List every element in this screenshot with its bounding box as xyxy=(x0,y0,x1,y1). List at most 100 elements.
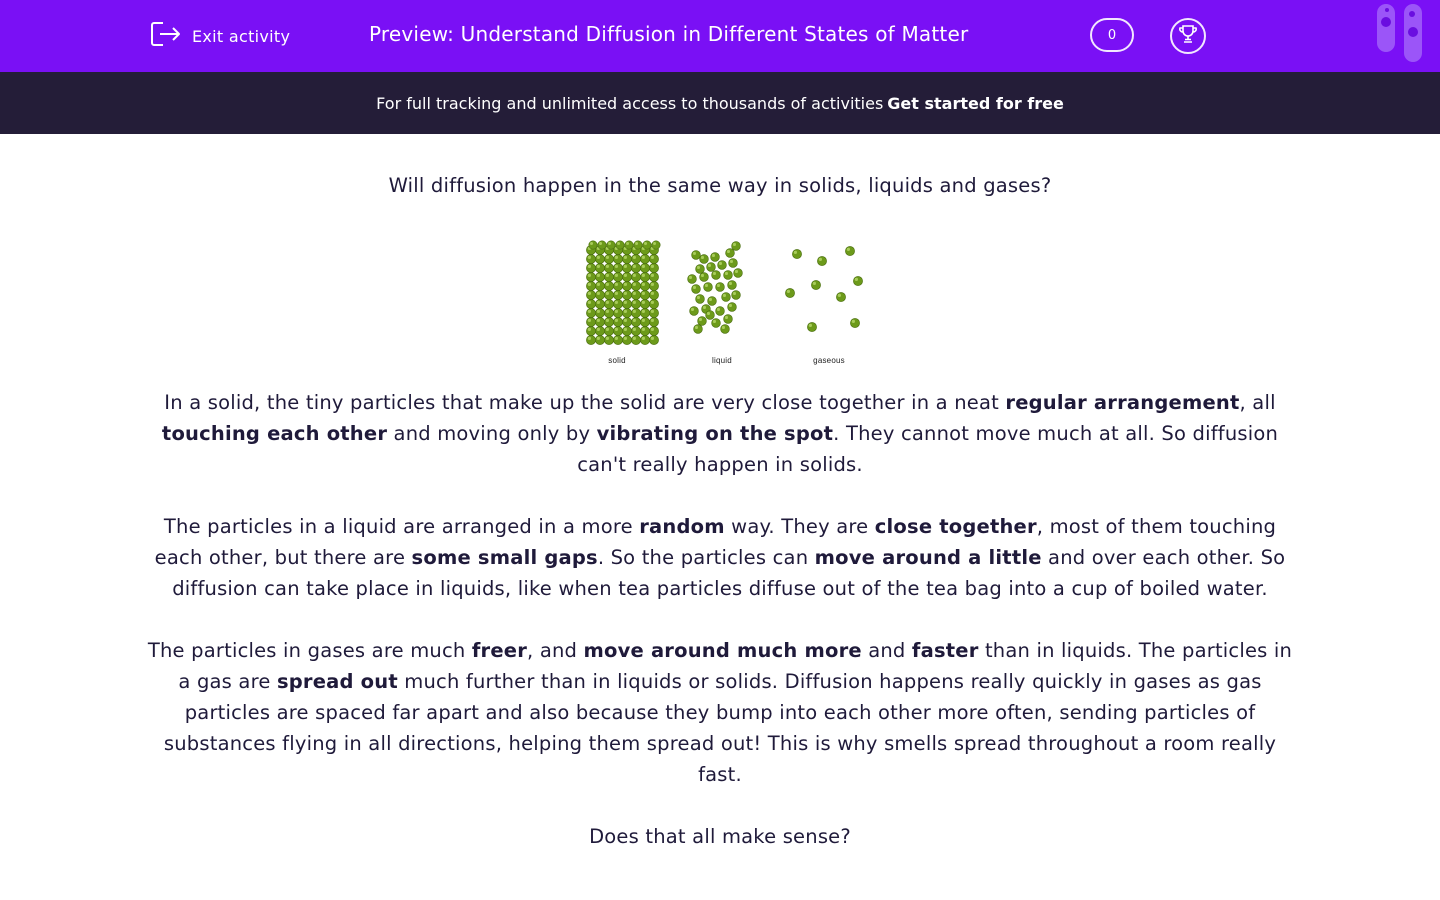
particle-highlight xyxy=(614,309,618,313)
particle-highlight xyxy=(818,257,822,261)
particle xyxy=(586,263,596,273)
particle xyxy=(586,317,596,327)
particle xyxy=(613,290,623,300)
particle xyxy=(613,254,623,264)
particle-highlight xyxy=(711,253,715,257)
particle-highlight xyxy=(700,273,704,277)
particle-highlight xyxy=(650,255,654,259)
particle-highlight xyxy=(650,327,654,331)
particle-highlight xyxy=(605,291,609,295)
particle-highlight xyxy=(716,283,720,287)
particle xyxy=(631,317,641,327)
particle xyxy=(613,281,623,291)
particle xyxy=(604,272,614,282)
particle-highlight xyxy=(641,282,645,286)
particle xyxy=(731,241,741,251)
particle-highlight xyxy=(632,300,636,304)
particle xyxy=(717,260,727,270)
particle xyxy=(595,254,605,264)
gas-label: gaseous xyxy=(813,356,845,365)
get-started-link[interactable]: Get started for free xyxy=(887,94,1064,113)
particle-highlight xyxy=(644,242,647,245)
particle xyxy=(715,306,725,316)
particle xyxy=(613,263,623,273)
particle-highlight xyxy=(614,264,618,268)
particle-highlight xyxy=(605,309,609,313)
particle xyxy=(649,290,659,300)
particle xyxy=(699,254,709,264)
particle xyxy=(691,250,701,260)
particle xyxy=(622,254,632,264)
gas-particles xyxy=(785,246,863,332)
particle-highlight xyxy=(650,282,654,286)
particle xyxy=(723,314,733,324)
particle xyxy=(640,263,650,273)
particle-highlight xyxy=(596,264,600,268)
particle-highlight xyxy=(596,255,600,259)
particle xyxy=(817,256,827,266)
particle-highlight xyxy=(587,255,591,259)
particle-highlight xyxy=(632,327,636,331)
particle xyxy=(850,318,860,328)
exit-activity-button[interactable]: Exit activity xyxy=(150,20,290,52)
particle xyxy=(725,248,735,258)
particle-highlight xyxy=(712,319,716,323)
particle xyxy=(604,335,614,345)
particle xyxy=(733,268,743,278)
particle xyxy=(586,290,596,300)
particle-highlight xyxy=(596,282,600,286)
particle-highlight xyxy=(587,282,591,286)
particle xyxy=(595,308,605,318)
particle-highlight xyxy=(596,300,600,304)
particle xyxy=(703,282,713,292)
particle-highlight xyxy=(718,261,722,265)
particle-highlight xyxy=(614,300,618,304)
particle xyxy=(649,317,659,327)
trophy-icon xyxy=(1177,23,1199,49)
particle-highlight xyxy=(851,319,855,323)
trophy-button[interactable] xyxy=(1170,18,1206,54)
particle-highlight xyxy=(623,318,627,322)
particle-highlight xyxy=(587,291,591,295)
particle-highlight xyxy=(623,336,627,340)
lesson-content: Will diffusion happen in the same way in… xyxy=(140,170,1300,883)
particle-highlight xyxy=(605,300,609,304)
particle-highlight xyxy=(690,307,694,311)
particle xyxy=(631,254,641,264)
particle xyxy=(631,335,641,345)
particle xyxy=(649,281,659,291)
particle-highlight xyxy=(698,317,702,321)
particle xyxy=(622,281,632,291)
particle xyxy=(695,294,705,304)
page-title: Preview: Understand Diffusion in Differe… xyxy=(369,22,969,46)
particle-highlight xyxy=(729,259,733,263)
particle xyxy=(695,264,705,274)
particle-highlight xyxy=(605,327,609,331)
particle xyxy=(622,272,632,282)
particle-highlight xyxy=(641,273,645,277)
particle-highlight xyxy=(726,249,730,253)
particle-highlight xyxy=(786,289,790,293)
particle-highlight xyxy=(694,325,698,329)
particle-highlight xyxy=(812,281,816,285)
particle xyxy=(711,270,721,280)
particle-highlight xyxy=(605,255,609,259)
particle xyxy=(631,263,641,273)
particle-highlight xyxy=(650,336,654,340)
particle xyxy=(586,299,596,309)
particle-highlight xyxy=(605,336,609,340)
particle-highlight xyxy=(712,271,716,275)
particle-highlight xyxy=(623,291,627,295)
particle xyxy=(631,326,641,336)
particle-highlight xyxy=(614,336,618,340)
particle-highlight xyxy=(641,300,645,304)
particle xyxy=(731,290,741,300)
particle xyxy=(640,272,650,282)
particle xyxy=(595,272,605,282)
particle-highlight xyxy=(587,300,591,304)
particle-highlight xyxy=(632,336,636,340)
particle xyxy=(613,326,623,336)
particle xyxy=(721,292,731,302)
particle xyxy=(845,246,855,256)
particle-highlight xyxy=(696,295,700,299)
